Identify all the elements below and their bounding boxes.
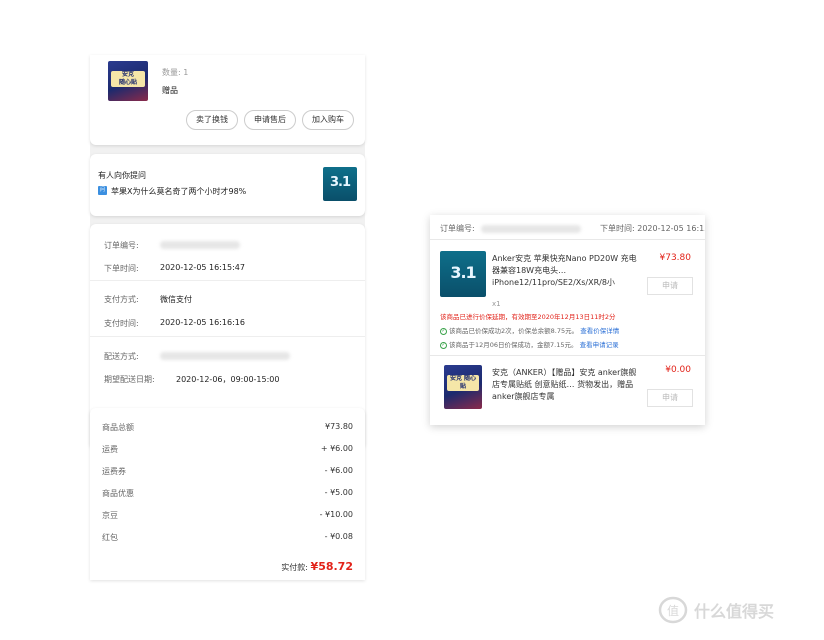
price-protection-panel: 订单编号: 下单时间: 2020-12-05 16:15:47 3.1 Anke… <box>430 215 705 425</box>
apply-button[interactable]: 申请 <box>647 277 693 295</box>
order-time: 下单时间: 2020-12-05 16:15:47 <box>600 224 705 233</box>
amount-row: 运费券 - ¥6.00 <box>102 466 353 477</box>
watermark-logo-icon: 值 <box>658 596 688 624</box>
amount-value: - ¥6.00 <box>324 466 353 475</box>
gift-name: 赠品 <box>162 86 178 95</box>
protection-warning: 该商品已进行价保延期，有效期至2020年12月13日11时2分 <box>440 313 616 321</box>
product-price: ¥0.00 <box>665 365 691 375</box>
expect-date-value: 2020-12-06，09:00-15:00 <box>176 375 280 384</box>
protection-success-2: ✓ 该商品于12月06日价保成功，金额7.15元。 查看申请记录 <box>440 339 619 349</box>
pay-method-row: 支付方式: 微信支付 <box>104 294 353 305</box>
amount-card: 商品总额 ¥73.80 运费 + ¥6.00 运费券 - ¥6.00 商品优惠 … <box>90 408 365 580</box>
product-title[interactable]: 安克（ANKER）【赠品】安克 anker旗舰店专属贴纸 创意贴纸… 货物发出，… <box>492 367 637 403</box>
expect-date-label: 期望配送日期: <box>104 375 155 384</box>
amount-value: ¥73.80 <box>325 422 353 431</box>
product-title[interactable]: Anker安克 苹果快充Nano PD20W 充电器兼容18W充电头… iPho… <box>492 253 642 289</box>
after-sale-button[interactable]: 申请售后 <box>244 110 296 130</box>
order-header: 订单编号: 下单时间: 2020-12-05 16:15:47 <box>440 223 705 234</box>
question-card[interactable]: 有人向你提问 问 苹果X为什么莫名奇了两个小时才98% 3.1 <box>90 154 365 216</box>
gift-qty: 数量: 1 <box>162 68 189 77</box>
total-value: ¥58.72 <box>310 560 353 573</box>
order-detail-panel: 安克 随心贴 数量: 1 赠品 卖了换钱 申请售后 加入购车 有人向你提问 问 苹… <box>90 55 365 580</box>
order-no-label: 订单编号: <box>104 241 139 250</box>
amount-label: 运费券 <box>102 467 126 476</box>
order-no-label: 订单编号: <box>440 224 475 233</box>
expect-date-row: 期望配送日期: 2020-12-06，09:00-15:00 <box>104 374 353 385</box>
amount-row: 商品优惠 - ¥5.00 <box>102 488 353 499</box>
amount-row: 京豆 - ¥10.00 <box>102 510 353 521</box>
amount-label: 京豆 <box>102 511 118 520</box>
protection-success-1: ✓ 该商品已价保成功2次，价保总余额8.75元。 查看价保详情 <box>440 325 619 335</box>
pay-time-value: 2020-12-05 16:16:16 <box>160 318 245 327</box>
order-time-value: 2020-12-05 16:15:47 <box>160 263 245 272</box>
divider <box>90 336 365 337</box>
question-thumbnail: 3.1 <box>323 167 357 201</box>
gift-thumbnail[interactable]: 安克 随心贴 <box>108 61 148 101</box>
amount-value: - ¥0.08 <box>324 532 353 541</box>
question-thumbnail-text: 3.1 <box>329 175 351 190</box>
amount-row: 红包 - ¥0.08 <box>102 532 353 543</box>
gift-item-card: 安克 随心贴 数量: 1 赠品 卖了换钱 申请售后 加入购车 <box>90 55 365 145</box>
view-protection-link[interactable]: 查看价保详情 <box>580 327 619 335</box>
amount-value: - ¥5.00 <box>324 488 353 497</box>
product-price: ¥73.80 <box>659 253 692 263</box>
amount-label: 商品总额 <box>102 423 134 432</box>
protection-success-text: 该商品于12月06日价保成功，金额7.15元。 <box>449 341 578 349</box>
order-no-row: 订单编号: <box>104 240 353 251</box>
total-paid: 实付款: ¥58.72 <box>281 560 353 573</box>
amount-value: + ¥6.00 <box>320 444 353 453</box>
pay-time-row: 支付时间: 2020-12-05 16:16:16 <box>104 318 353 329</box>
sell-button[interactable]: 卖了换钱 <box>186 110 238 130</box>
apply-button[interactable]: 申请 <box>647 389 693 407</box>
question-icon: 问 <box>98 186 107 195</box>
pay-time-label: 支付时间: <box>104 319 139 328</box>
pay-method-label: 支付方式: <box>104 295 139 304</box>
check-circle-icon: ✓ <box>440 341 447 349</box>
amount-label: 红包 <box>102 533 118 542</box>
order-time-label: 下单时间: <box>104 264 139 273</box>
view-records-link[interactable]: 查看申请记录 <box>580 341 619 349</box>
divider <box>90 280 365 281</box>
amount-label: 商品优惠 <box>102 489 134 498</box>
product-thumbnail-text: 3.1 <box>450 263 476 282</box>
order-time-row: 下单时间: 2020-12-05 16:15:47 <box>104 263 353 274</box>
amount-row: 运费 + ¥6.00 <box>102 444 353 455</box>
watermark-logo-char: 值 <box>667 603 679 618</box>
order-no-value <box>160 240 240 249</box>
ship-label: 配送方式: <box>104 352 139 361</box>
pay-method-value: 微信支付 <box>160 295 192 304</box>
ship-row: 配送方式: <box>104 351 353 362</box>
gift-thumbnail-label: 安克 随心贴 <box>111 71 145 87</box>
product-qty: x1 <box>492 300 501 308</box>
product-thumbnail[interactable]: 安克 随心贴 <box>444 365 482 409</box>
watermark-text: 什么值得买 <box>694 602 775 621</box>
amount-value: - ¥10.00 <box>319 510 353 519</box>
amount-row: 商品总额 ¥73.80 <box>102 422 353 433</box>
product-thumbnail-text: 安克 随心贴 <box>447 375 479 391</box>
divider <box>430 239 705 240</box>
total-label: 实付款: <box>281 563 308 572</box>
question-text: 苹果X为什么莫名奇了两个小时才98% <box>111 187 247 196</box>
check-circle-icon: ✓ <box>440 327 447 335</box>
question-card-title: 有人向你提问 <box>98 171 146 180</box>
amount-label: 运费 <box>102 445 118 454</box>
order-no-blurred <box>481 224 582 233</box>
add-to-cart-button[interactable]: 加入购车 <box>302 110 354 130</box>
product-thumbnail[interactable]: 3.1 <box>440 251 486 297</box>
ship-value <box>160 351 290 360</box>
protection-success-text: 该商品已价保成功2次，价保总余额8.75元。 <box>449 327 579 335</box>
divider <box>430 355 705 356</box>
question-icon-char: 问 <box>99 187 105 193</box>
